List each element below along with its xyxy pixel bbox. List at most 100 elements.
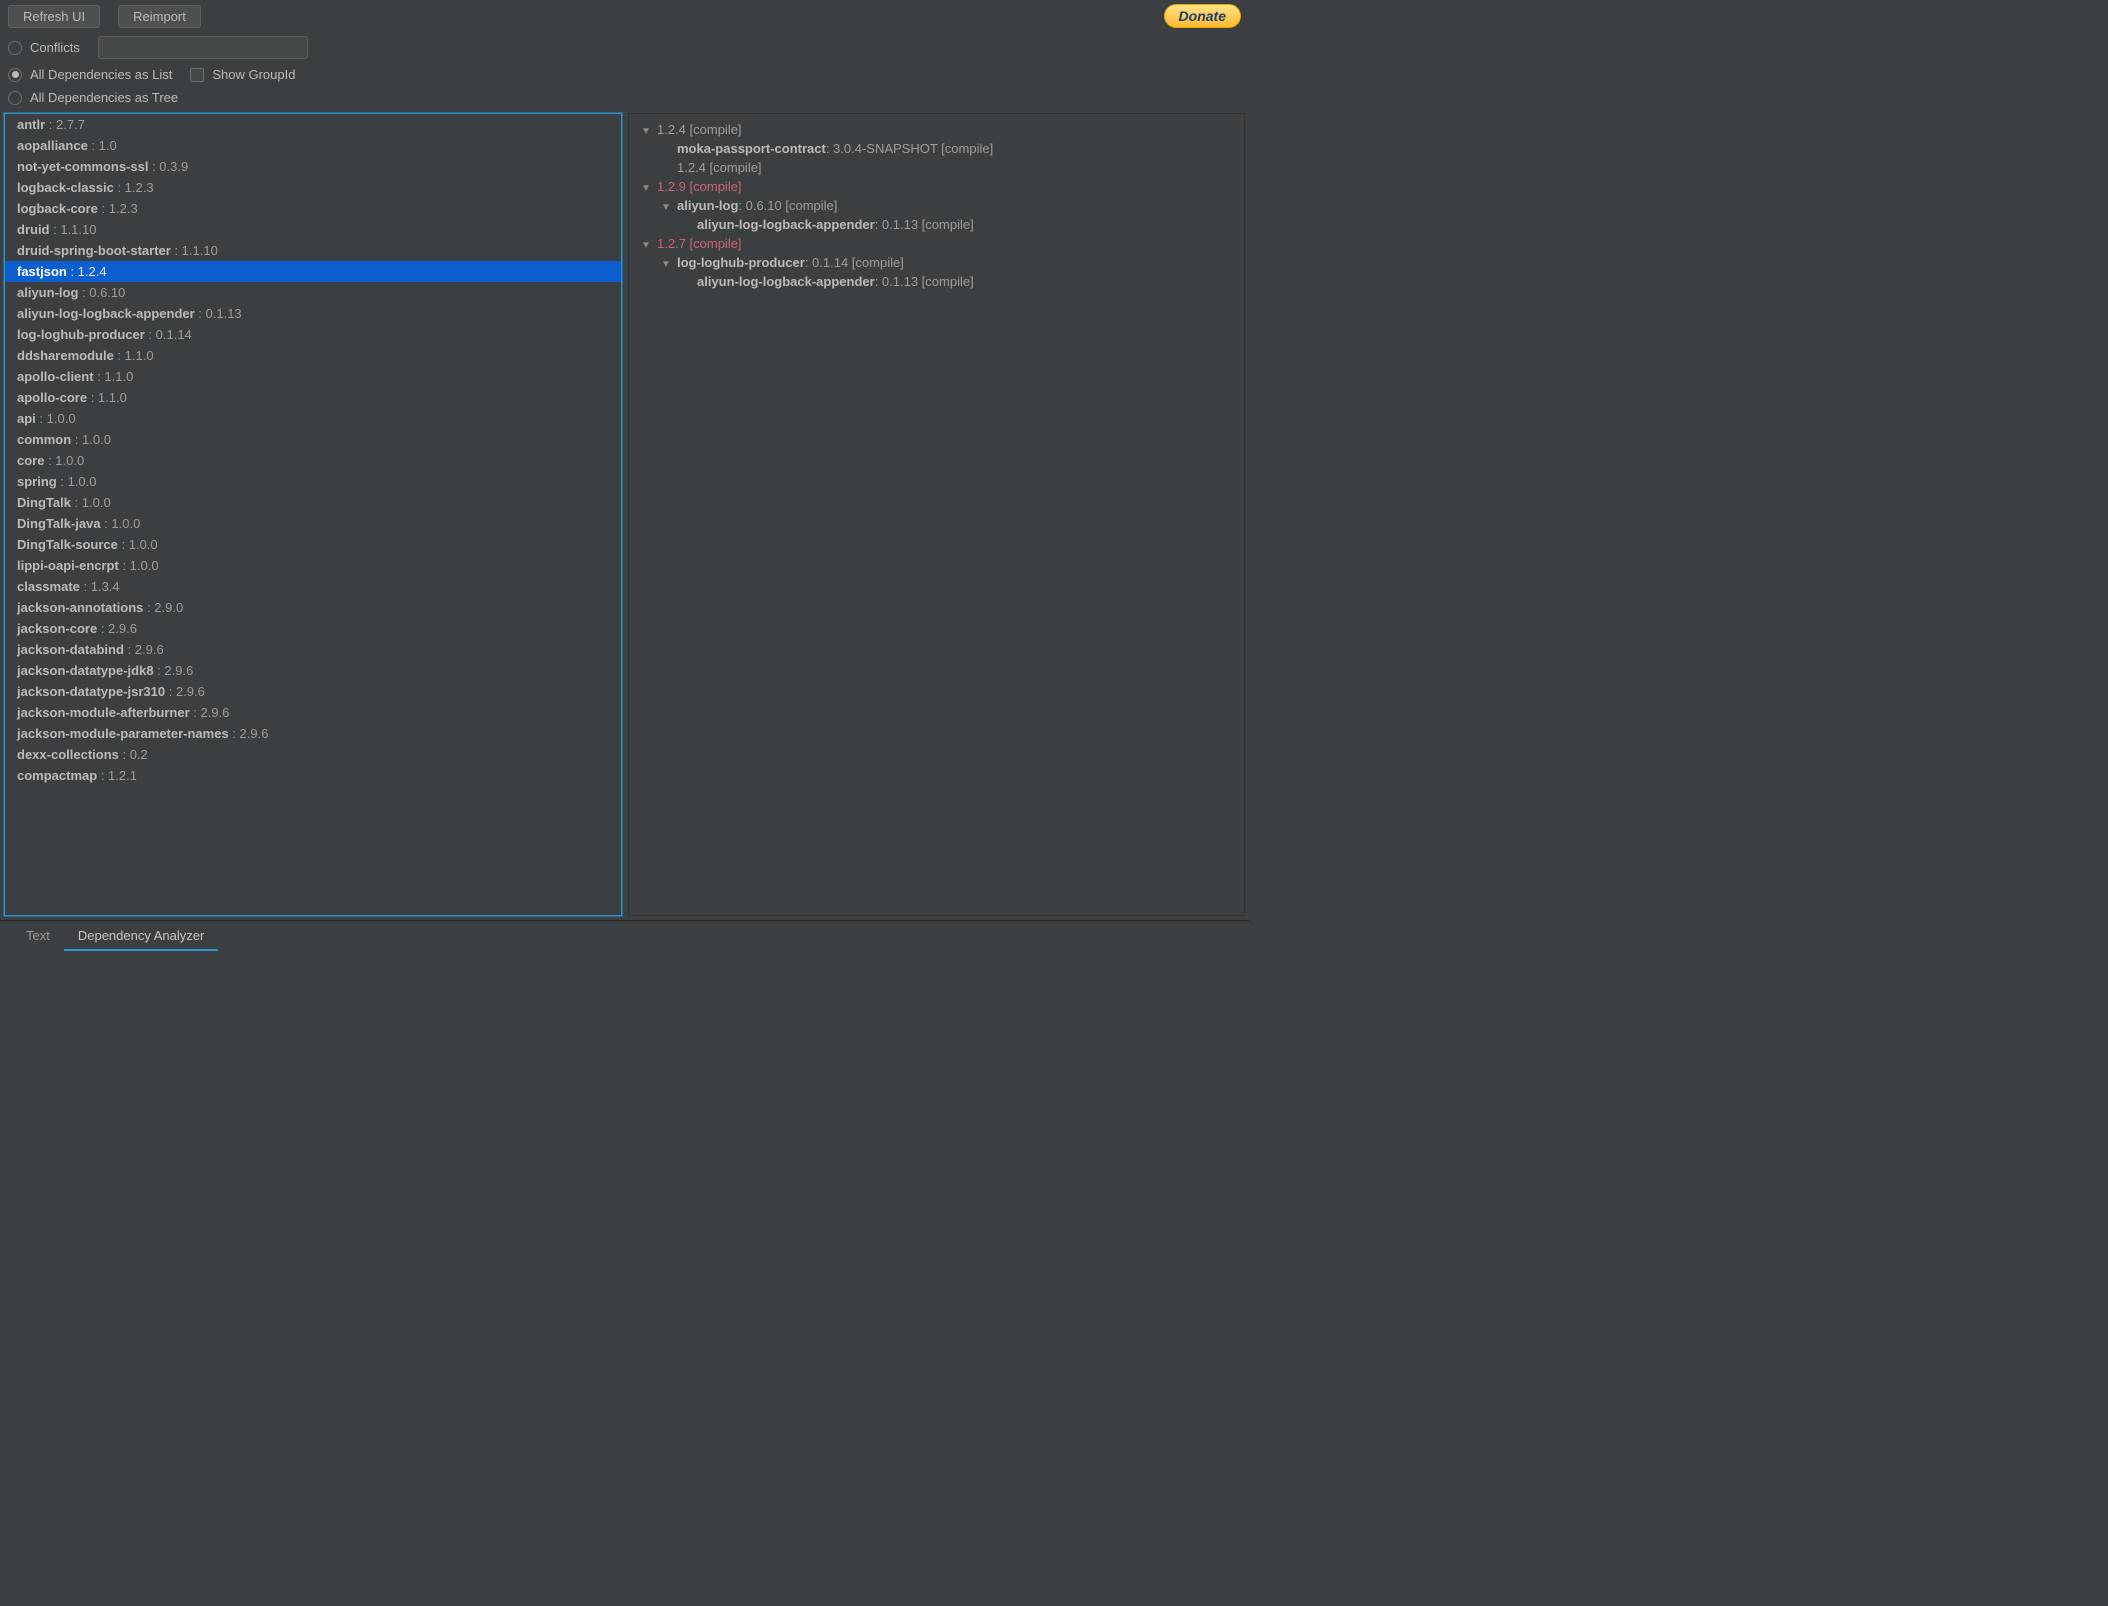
dep-name: jackson-module-parameter-names: [17, 726, 229, 741]
tree-row[interactable]: 1.2.4 [compile]: [633, 158, 1240, 177]
tree-toggle-icon[interactable]: ▼: [641, 126, 655, 137]
dep-version: : 1.0.0: [71, 432, 111, 447]
tree-toggle-icon[interactable]: ▼: [661, 202, 675, 213]
dep-name: classmate: [17, 579, 80, 594]
dependency-item[interactable]: ddsharemodule : 1.1.0: [5, 345, 621, 366]
dependency-item[interactable]: jackson-datatype-jdk8 : 2.9.6: [5, 660, 621, 681]
dep-version: : 1.0: [88, 138, 117, 153]
tree-toggle-icon[interactable]: ▼: [661, 259, 675, 270]
dep-name: antlr: [17, 117, 45, 132]
dep-version: : 0.2: [119, 747, 148, 762]
dependency-item[interactable]: DingTalk-source : 1.0.0: [5, 534, 621, 555]
conflicts-radio[interactable]: Conflicts: [8, 40, 80, 55]
dep-version: : 1.1.0: [94, 369, 134, 384]
tree-label: log-loghub-producer: [677, 255, 805, 270]
dependency-item[interactable]: jackson-databind : 2.9.6: [5, 639, 621, 660]
tab-dependency-analyzer[interactable]: Dependency Analyzer: [64, 921, 218, 951]
dependency-item[interactable]: fastjson : 1.2.4: [5, 261, 621, 282]
dep-name: jackson-databind: [17, 642, 124, 657]
dep-version: : 2.9.6: [165, 684, 205, 699]
dependency-item[interactable]: aliyun-log-logback-appender : 0.1.13: [5, 303, 621, 324]
tree-label: aliyun-log-logback-appender: [697, 217, 875, 232]
dependency-item[interactable]: classmate : 1.3.4: [5, 576, 621, 597]
radio-icon: [8, 68, 22, 82]
tree-row[interactable]: aliyun-log-logback-appender : 0.1.13 [co…: [633, 272, 1240, 291]
dependency-item[interactable]: jackson-annotations : 2.9.0: [5, 597, 621, 618]
dep-version: : 1.0.0: [57, 474, 97, 489]
show-groupid-checkbox[interactable]: Show GroupId: [190, 67, 295, 82]
dependency-item[interactable]: apollo-client : 1.1.0: [5, 366, 621, 387]
dependency-item[interactable]: antlr : 2.7.7: [5, 114, 621, 135]
dependency-item[interactable]: jackson-module-afterburner : 2.9.6: [5, 702, 621, 723]
dependency-item[interactable]: jackson-module-parameter-names : 2.9.6: [5, 723, 621, 744]
dependency-item[interactable]: druid-spring-boot-starter : 1.1.10: [5, 240, 621, 261]
donate-button[interactable]: Donate: [1164, 4, 1241, 28]
tree-toggle-icon[interactable]: ▼: [641, 240, 655, 251]
refresh-button[interactable]: Refresh UI: [8, 5, 100, 28]
all-list-radio[interactable]: All Dependencies as List: [8, 67, 172, 82]
dep-version: : 1.1.0: [87, 390, 127, 405]
dependency-item[interactable]: aopalliance : 1.0: [5, 135, 621, 156]
tree-row[interactable]: ▼1.2.7 [compile]: [633, 234, 1240, 253]
radio-icon: [8, 91, 22, 105]
tree-label: 1.2.7 [compile]: [657, 236, 742, 251]
main-split: antlr : 2.7.7aopalliance : 1.0not-yet-co…: [0, 113, 1249, 920]
dependency-item[interactable]: api : 1.0.0: [5, 408, 621, 429]
tree-row[interactable]: moka-passport-contract : 3.0.4-SNAPSHOT …: [633, 139, 1240, 158]
dependency-item[interactable]: jackson-datatype-jsr310 : 2.9.6: [5, 681, 621, 702]
tree-label: 1.2.4 [compile]: [657, 122, 742, 137]
dep-name: aopalliance: [17, 138, 88, 153]
dep-version: : 1.0.0: [44, 453, 84, 468]
dependency-item[interactable]: logback-classic : 1.2.3: [5, 177, 621, 198]
dependency-item[interactable]: dexx-collections : 0.2: [5, 744, 621, 765]
dependency-item[interactable]: DingTalk-java : 1.0.0: [5, 513, 621, 534]
dependency-item[interactable]: log-loghub-producer : 0.1.14: [5, 324, 621, 345]
dep-name: common: [17, 432, 71, 447]
dependency-item[interactable]: not-yet-commons-ssl : 0.3.9: [5, 156, 621, 177]
dependency-item[interactable]: common : 1.0.0: [5, 429, 621, 450]
tree-toggle-icon[interactable]: ▼: [641, 183, 655, 194]
reimport-button[interactable]: Reimport: [118, 5, 201, 28]
tree-row[interactable]: ▼aliyun-log : 0.6.10 [compile]: [633, 196, 1240, 215]
all-tree-radio[interactable]: All Dependencies as Tree: [8, 90, 178, 105]
dependency-item[interactable]: spring : 1.0.0: [5, 471, 621, 492]
dep-name: dexx-collections: [17, 747, 119, 762]
dep-name: druid-spring-boot-starter: [17, 243, 171, 258]
checkbox-icon: [190, 68, 204, 82]
dep-version: : 2.9.0: [143, 600, 183, 615]
dependency-item[interactable]: compactmap : 1.2.1: [5, 765, 621, 786]
dependency-item[interactable]: logback-core : 1.2.3: [5, 198, 621, 219]
dependency-item[interactable]: DingTalk : 1.0.0: [5, 492, 621, 513]
dependency-item[interactable]: core : 1.0.0: [5, 450, 621, 471]
search-wrap: 🔍: [98, 36, 308, 59]
dependency-list-panel[interactable]: antlr : 2.7.7aopalliance : 1.0not-yet-co…: [4, 113, 622, 916]
tree-row[interactable]: ▼1.2.9 [compile]: [633, 177, 1240, 196]
dependency-item[interactable]: apollo-core : 1.1.0: [5, 387, 621, 408]
tree-label: moka-passport-contract: [677, 141, 826, 156]
tree-row[interactable]: ▼1.2.4 [compile]: [633, 120, 1240, 139]
dep-version: : 0.3.9: [148, 159, 188, 174]
conflicts-label: Conflicts: [30, 40, 80, 55]
dep-version: : 1.3.4: [80, 579, 120, 594]
dep-version: : 2.9.6: [190, 705, 230, 720]
dependency-item[interactable]: aliyun-log : 0.6.10: [5, 282, 621, 303]
tree-label: 1.2.4 [compile]: [677, 160, 762, 175]
dependency-tree-panel[interactable]: ▼1.2.4 [compile]moka-passport-contract :…: [628, 113, 1245, 916]
search-input[interactable]: [98, 36, 308, 59]
dep-name: lippi-oapi-encrpt: [17, 558, 119, 573]
dep-name: fastjson: [17, 264, 67, 279]
dependency-item[interactable]: lippi-oapi-encrpt : 1.0.0: [5, 555, 621, 576]
dependency-item[interactable]: jackson-core : 2.9.6: [5, 618, 621, 639]
tree-label: 1.2.9 [compile]: [657, 179, 742, 194]
tab-text[interactable]: Text: [12, 921, 64, 951]
dep-name: jackson-annotations: [17, 600, 143, 615]
tree-row[interactable]: ▼log-loghub-producer : 0.1.14 [compile]: [633, 253, 1240, 272]
dep-name: DingTalk: [17, 495, 71, 510]
dependency-item[interactable]: druid : 1.1.10: [5, 219, 621, 240]
dep-version: : 1.2.4: [67, 264, 107, 279]
dep-version: : 1.2.3: [114, 180, 154, 195]
dep-name: apollo-core: [17, 390, 87, 405]
radio-icon: [8, 41, 22, 55]
tree-row[interactable]: aliyun-log-logback-appender : 0.1.13 [co…: [633, 215, 1240, 234]
dep-name: spring: [17, 474, 57, 489]
